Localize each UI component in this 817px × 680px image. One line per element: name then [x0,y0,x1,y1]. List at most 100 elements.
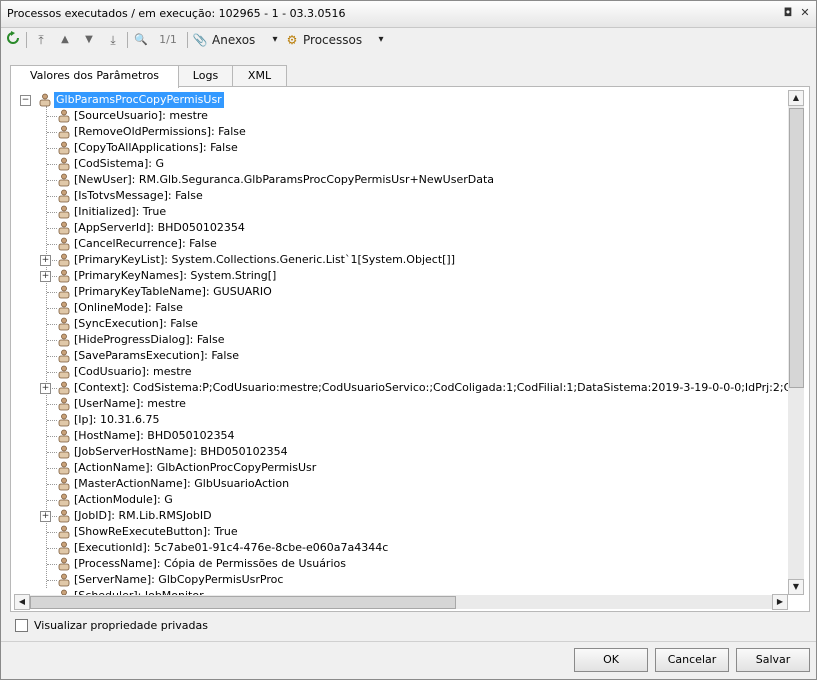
scroll-left-icon[interactable]: ◀ [14,594,30,610]
vertical-scroll-thumb[interactable] [789,108,804,388]
tree-node[interactable]: [ShowReExecuteButton]: True [14,524,788,540]
tree-root-node[interactable]: − GlbParamsProcCopyPermisUsr [14,92,784,108]
tree-connector [47,116,57,117]
tree-node[interactable]: [AppServerId]: BHD050102354 [14,220,788,236]
property-node-icon [58,317,70,331]
tree-connector [47,372,57,373]
parameter-tree[interactable]: − GlbParamsProcCopyPermisUsr [SourceUsua… [14,90,788,595]
property-node-icon [58,381,70,395]
tree-node[interactable]: [SaveParamsExecution]: False [14,348,788,364]
page-indicator: 1/1 [159,33,177,46]
tree-node[interactable]: [UserName]: mestre [14,396,788,412]
property-node-icon [58,525,70,539]
tree-node[interactable]: [PrimaryKeyTableName]: GUSUARIO [14,284,788,300]
tab-logs[interactable]: Logs [178,65,233,86]
tree-node[interactable]: [ActionName]: GlbActionProcCopyPermisUsr [14,460,788,476]
tree-node[interactable]: [Scheduler]: JobMonitor [14,588,788,595]
last-record-icon[interactable]: ⤓ [105,31,121,49]
restore-button[interactable]: ◘ [781,6,795,20]
tree-node[interactable]: [ExecutionId]: 5c7abe01-91c4-476e-8cbe-e… [14,540,788,556]
tree-node[interactable]: [ServerName]: GlbCopyPermisUsrProc [14,572,788,588]
tree-connector [47,404,57,405]
scroll-right-icon[interactable]: ▶ [772,594,788,610]
tree-node-label: [RemoveOldPermissions]: False [74,125,246,138]
attachments-button[interactable]: Anexos [212,31,260,49]
tree-node[interactable]: [Initialized]: True [14,204,788,220]
tree-node[interactable]: [CodUsuario]: mestre [14,364,788,380]
tree-node[interactable]: [NewUser]: RM.Glb.Seguranca.GlbParamsPro… [14,172,788,188]
tree-node-label: [HostName]: BHD050102354 [74,429,235,442]
tree-node[interactable]: [ActionModule]: G [14,492,788,508]
property-node-icon [58,541,70,555]
tree-node[interactable]: [MasterActionName]: GlbUsuarioAction [14,476,788,492]
first-record-icon[interactable]: ⤒ [33,31,49,49]
tab-strip: Valores dos Parâmetros Logs XML [1,65,816,88]
tree-connector [47,356,57,357]
tab-parameter-values[interactable]: Valores dos Parâmetros [10,65,179,88]
tree-node[interactable]: [IsTotvsMessage]: False [14,188,788,204]
tree-node-label: [Context]: CodSistema:P;CodUsuario:mestr… [74,381,788,394]
next-record-icon[interactable]: ▼ [81,31,97,49]
collapse-icon[interactable]: − [20,95,31,106]
tree-node[interactable]: [SourceUsuario]: mestre [14,108,788,124]
show-private-checkbox[interactable] [15,619,28,632]
previous-record-icon[interactable]: ▲ [57,31,73,49]
horizontal-scroll-thumb[interactable] [30,596,456,609]
tree-connector [47,548,57,549]
tree-connector [47,164,57,165]
tree-node-label: [ProcessName]: Cópia de Permissões de Us… [74,557,346,570]
property-node-icon [58,173,70,187]
property-node-icon [58,461,70,475]
property-node-icon [58,221,70,235]
processes-dropdown-icon[interactable]: ▾ [375,31,387,49]
vertical-scrollbar[interactable]: ▲ ▼ [788,90,804,595]
property-node-icon [58,125,70,139]
save-button[interactable]: Salvar [736,648,810,672]
scroll-down-icon[interactable]: ▼ [788,579,804,595]
attachments-dropdown-icon[interactable]: ▾ [269,31,281,49]
processes-button[interactable]: Processos [303,31,367,49]
tree-node[interactable]: + [PrimaryKeyList]: System.Collections.Ge… [14,252,788,268]
refresh-icon[interactable] [5,31,21,49]
tree-node[interactable]: + [Context]: CodSistema:P;CodUsuario:mest… [14,380,788,396]
tree-node[interactable]: [CancelRecurrence]: False [14,236,788,252]
tree-node-label: [PrimaryKeyNames]: System.String[] [74,269,277,282]
tree-connector [47,292,57,293]
tree-node[interactable]: [CopyToAllApplications]: False [14,140,788,156]
toolbar-separator [26,32,27,48]
expand-icon[interactable]: + [40,271,51,282]
expand-icon[interactable]: + [40,511,51,522]
expand-icon[interactable]: + [40,383,51,394]
property-node-icon [58,365,70,379]
title-bar[interactable]: Processos executados / em execução: 1029… [1,1,816,28]
tree-node[interactable]: + [PrimaryKeyNames]: System.String[] [14,268,788,284]
tree-node[interactable]: [ProcessName]: Cópia de Permissões de Us… [14,556,788,572]
paperclip-icon: 📎 [192,33,208,47]
tree-connector [47,484,57,485]
tree-node[interactable]: [HideProgressDialog]: False [14,332,788,348]
property-node-icon [58,413,70,427]
tree-node-label: [ActionName]: GlbActionProcCopyPermisUsr [74,461,317,474]
tree-node-label: [CodSistema]: G [74,157,165,170]
tree-node[interactable]: + [JobID]: RM.Lib.RMSJobID [14,508,788,524]
toolbar-separator [127,32,128,48]
tree-node-label: [Ip]: 10.31.6.75 [74,413,160,426]
tree-node-label: [AppServerId]: BHD050102354 [74,221,245,234]
expand-icon[interactable]: + [40,255,51,266]
tree-node[interactable]: [HostName]: BHD050102354 [14,428,788,444]
tree-node[interactable]: [RemoveOldPermissions]: False [14,124,788,140]
tree-node[interactable]: [SyncExecution]: False [14,316,788,332]
tree-node[interactable]: [JobServerHostName]: BHD050102354 [14,444,788,460]
cancel-button[interactable]: Cancelar [655,648,729,672]
search-icon[interactable]: 🔍 [132,31,150,49]
tree-node[interactable]: [Ip]: 10.31.6.75 [14,412,788,428]
scroll-up-icon[interactable]: ▲ [788,90,804,106]
close-button[interactable]: ✕ [798,6,812,20]
horizontal-scrollbar[interactable]: ◀ ▶ [14,594,788,610]
tree-node[interactable]: [CodSistema]: G [14,156,788,172]
property-node-icon [58,397,70,411]
ok-button[interactable]: OK [574,648,648,672]
tree-node[interactable]: [OnlineMode]: False [14,300,788,316]
tree-connector [47,228,57,229]
tab-xml[interactable]: XML [232,65,287,86]
